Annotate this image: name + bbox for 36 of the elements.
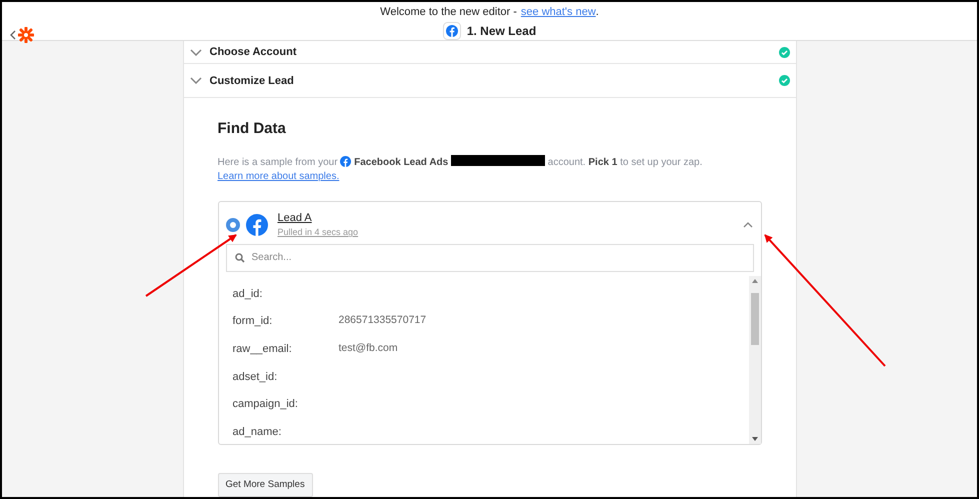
intro-text: Here is a sample from your (218, 156, 338, 168)
chevron-up-icon[interactable] (742, 222, 752, 228)
back-icon[interactable] (10, 30, 16, 40)
learn-more-link[interactable]: Learn more about samples. (218, 170, 340, 182)
field-value: test@fb.com (338, 340, 398, 356)
facebook-icon (340, 156, 352, 167)
facebook-icon (246, 214, 268, 236)
field-name: campaign_id: (232, 397, 299, 412)
step-title[interactable]: Customize Lead (210, 72, 770, 89)
get-more-samples-button[interactable]: Get More Samples (218, 472, 313, 497)
zap-step-title: 1. New Lead (466, 23, 536, 40)
field-name: adset_id: (232, 370, 278, 385)
sample-radio[interactable] (226, 218, 240, 232)
step-title[interactable]: Choose Account (210, 44, 770, 60)
search-icon (234, 252, 244, 263)
scroll-up-icon[interactable] (752, 278, 758, 283)
banner-period: . (596, 4, 599, 20)
section-heading: Find Data (218, 119, 287, 140)
asterisk-logo-icon[interactable] (18, 27, 34, 44)
scroll-down-icon[interactable] (752, 436, 758, 441)
chevron-down-icon[interactable] (190, 77, 202, 84)
field-name: ad_name: (232, 424, 282, 440)
field-name: form_id: (232, 314, 274, 330)
field-value: 286571335570717 (338, 313, 426, 328)
search-field[interactable]: Search... (226, 244, 754, 272)
sample-timestamp: Pulled in 4 secs ago (278, 226, 360, 240)
banner-text: Welcome to the new editor - (380, 4, 517, 20)
chevron-down-icon[interactable] (190, 48, 202, 56)
scrollbar-thumb[interactable] (750, 292, 758, 345)
whats-new-link[interactable]: see what's new (520, 4, 596, 20)
app-name: Facebook Lead Ads (354, 156, 448, 168)
field-name: raw__email: (232, 342, 293, 357)
scrollbar[interactable] (748, 276, 760, 444)
intro-text: account. Pick 1 to set up your zap. (548, 156, 702, 168)
field-name: ad_id: (232, 286, 264, 302)
sample-title: Lead A (278, 210, 313, 226)
